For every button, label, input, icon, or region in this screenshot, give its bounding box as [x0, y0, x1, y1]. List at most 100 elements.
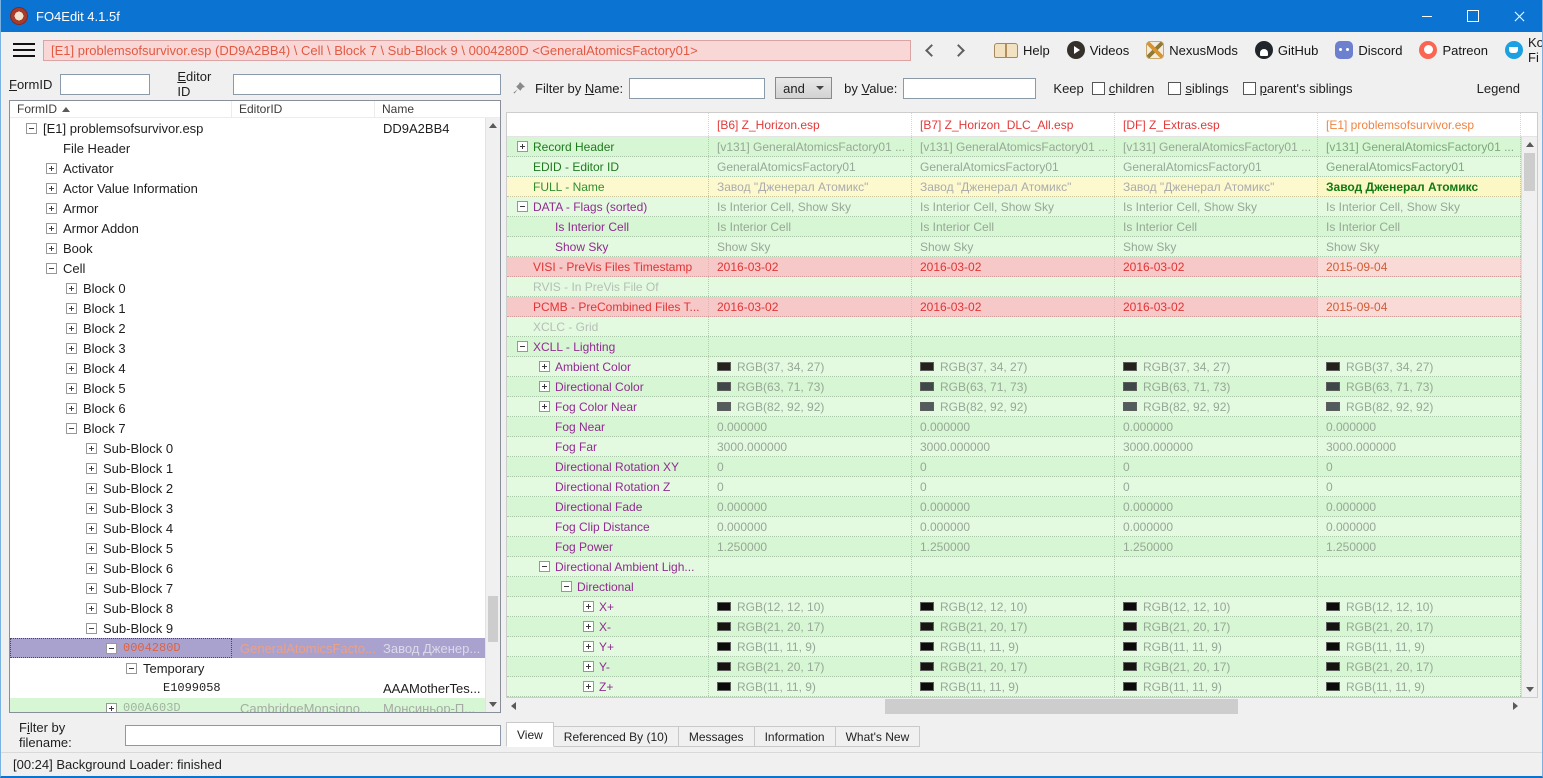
record-cell[interactable]: Is Interior Cell, Show Sky [1115, 197, 1318, 216]
record-cell[interactable]: RGB(82, 92, 92) [709, 397, 912, 416]
field-label-cell[interactable]: Show Sky [507, 237, 709, 256]
record-cell[interactable]: RGB(21, 20, 17) [709, 657, 912, 676]
expander-plus-icon[interactable] [539, 381, 550, 392]
field-label-cell[interactable]: Y- [507, 657, 709, 676]
filename-filter-input[interactable] [125, 725, 501, 746]
expander-plus-icon[interactable] [583, 601, 594, 612]
record-row[interactable]: Y+RGB(11, 11, 9)RGB(11, 11, 9)RGB(11, 11… [507, 637, 1537, 657]
field-label-cell[interactable]: X+ [507, 597, 709, 616]
tree-header-editorid[interactable]: EditorID [232, 101, 375, 117]
record-cell[interactable]: GeneralAtomicsFactory01 [1115, 157, 1318, 176]
record-cell[interactable]: RGB(21, 20, 17) [1115, 617, 1318, 636]
record-cell[interactable] [912, 577, 1115, 596]
record-row[interactable]: Fog Color NearRGB(82, 92, 92)RGB(82, 92,… [507, 397, 1537, 417]
expander-plus-icon[interactable] [46, 203, 57, 214]
record-row[interactable]: Fog Power1.2500001.2500001.2500001.25000… [507, 537, 1537, 557]
record-cell[interactable]: 0.000000 [912, 517, 1115, 536]
record-cell[interactable]: 0 [912, 477, 1115, 496]
record-cell[interactable]: 2016-03-02 [1115, 257, 1318, 276]
record-cell[interactable]: Is Interior Cell, Show Sky [912, 197, 1115, 216]
tree-row[interactable]: Cell [10, 258, 500, 278]
close-button[interactable] [1496, 0, 1542, 32]
record-cell[interactable] [912, 337, 1115, 356]
record-cell[interactable]: RGB(21, 20, 17) [1318, 657, 1521, 676]
record-cell[interactable]: 2016-03-02 [1115, 297, 1318, 316]
field-label-cell[interactable]: Is Interior Cell [507, 217, 709, 236]
record-cell[interactable]: [v131] GeneralAtomicsFactory01 ... [709, 137, 912, 156]
expander-plus-icon[interactable] [46, 223, 57, 234]
record-cell[interactable]: RGB(21, 20, 17) [1115, 657, 1318, 676]
record-cell[interactable]: 1.250000 [709, 537, 912, 556]
tab-referenced-by-10[interactable]: Referenced By (10) [554, 726, 679, 747]
record-cell[interactable]: 2016-03-02 [709, 257, 912, 276]
record-cell[interactable]: RGB(11, 11, 9) [709, 637, 912, 656]
scroll-thumb[interactable] [488, 596, 498, 642]
expander-minus-icon[interactable] [126, 663, 137, 674]
tree-row[interactable]: Block 0 [10, 278, 500, 298]
expander-plus-icon[interactable] [86, 603, 97, 614]
tree-row[interactable]: Activator [10, 158, 500, 178]
record-cell[interactable]: 1.250000 [912, 537, 1115, 556]
value-filter-input[interactable] [903, 78, 1036, 99]
record-cell[interactable]: Завод "Дженерал Атомикс" [709, 177, 912, 196]
tree-row[interactable]: Block 1 [10, 298, 500, 318]
record-cell[interactable] [1115, 337, 1318, 356]
expander-plus-icon[interactable] [66, 283, 77, 294]
scroll-left-icon[interactable] [511, 702, 516, 710]
expander-plus-icon[interactable] [583, 681, 594, 692]
field-label-cell[interactable]: VISI - PreVis Files Timestamp [507, 257, 709, 276]
record-cell[interactable] [709, 557, 912, 576]
grid-horizontal-scrollbar[interactable] [506, 698, 1538, 715]
tree-row[interactable]: Block 6 [10, 398, 500, 418]
tab-messages[interactable]: Messages [679, 726, 755, 747]
field-label-cell[interactable]: Directional Ambient Ligh... [507, 557, 709, 576]
record-cell[interactable]: 1.250000 [1318, 537, 1521, 556]
scroll-right-icon[interactable] [1513, 702, 1518, 710]
expander-minus-icon[interactable] [517, 201, 528, 212]
record-cell[interactable]: RGB(11, 11, 9) [1318, 637, 1521, 656]
record-cell[interactable] [1318, 557, 1521, 576]
record-cell[interactable] [709, 317, 912, 336]
record-row[interactable]: VISI - PreVis Files Timestamp2016-03-022… [507, 257, 1537, 277]
expander-minus-icon[interactable] [539, 561, 550, 572]
record-row[interactable]: FULL - NameЗавод "Дженерал Атомикс"Завод… [507, 177, 1537, 197]
record-cell[interactable]: RGB(82, 92, 92) [912, 397, 1115, 416]
menu-icon[interactable] [13, 43, 35, 57]
record-row[interactable]: Directional Ambient Ligh... [507, 557, 1537, 577]
record-cell[interactable]: RGB(82, 92, 92) [1115, 397, 1318, 416]
column-header-df-z-extras-esp[interactable]: [DF] Z_Extras.esp [1115, 113, 1318, 136]
tree-row[interactable]: File Header [10, 138, 500, 158]
keep-parent-s-siblings-checkbox[interactable]: parent's siblings [1243, 81, 1353, 96]
expander-plus-icon[interactable] [66, 303, 77, 314]
editor-id-input[interactable] [233, 74, 501, 95]
record-cell[interactable]: 2015-09-04 [1318, 257, 1521, 276]
expander-plus-icon[interactable] [86, 463, 97, 474]
expander-plus-icon[interactable] [46, 183, 57, 194]
record-cell[interactable]: Is Interior Cell [709, 217, 912, 236]
tree-row[interactable]: Book [10, 238, 500, 258]
field-label-cell[interactable]: FULL - Name [507, 177, 709, 196]
tree-row[interactable]: Sub-Block 3 [10, 498, 500, 518]
expander-plus-icon[interactable] [539, 361, 550, 372]
record-row[interactable]: Show SkyShow SkyShow SkyShow SkyShow Sky [507, 237, 1537, 257]
record-cell[interactable]: 2016-03-02 [912, 297, 1115, 316]
field-label-cell[interactable]: XCLL - Lighting [507, 337, 709, 356]
expander-plus-icon[interactable] [66, 363, 77, 374]
record-cell[interactable] [1115, 277, 1318, 296]
record-row[interactable]: Fog Clip Distance0.0000000.0000000.00000… [507, 517, 1537, 537]
expander-plus-icon[interactable] [66, 403, 77, 414]
record-cell[interactable]: 0.000000 [1115, 497, 1318, 516]
record-cell[interactable]: Is Interior Cell [1318, 217, 1521, 236]
record-cell[interactable] [709, 337, 912, 356]
tree-row[interactable]: Sub-Block 8 [10, 598, 500, 618]
field-label-cell[interactable]: Directional Rotation Z [507, 477, 709, 496]
forward-icon[interactable] [952, 44, 965, 57]
record-row[interactable]: X+RGB(12, 12, 10)RGB(12, 12, 10)RGB(12, … [507, 597, 1537, 617]
record-row[interactable]: EDID - Editor IDGeneralAtomicsFactory01G… [507, 157, 1537, 177]
tree-row[interactable]: Sub-Block 5 [10, 538, 500, 558]
record-cell[interactable]: RGB(11, 11, 9) [912, 637, 1115, 656]
record-cell[interactable] [709, 577, 912, 596]
record-cell[interactable] [912, 557, 1115, 576]
tree-row[interactable]: Block 4 [10, 358, 500, 378]
field-label-cell[interactable]: EDID - Editor ID [507, 157, 709, 176]
